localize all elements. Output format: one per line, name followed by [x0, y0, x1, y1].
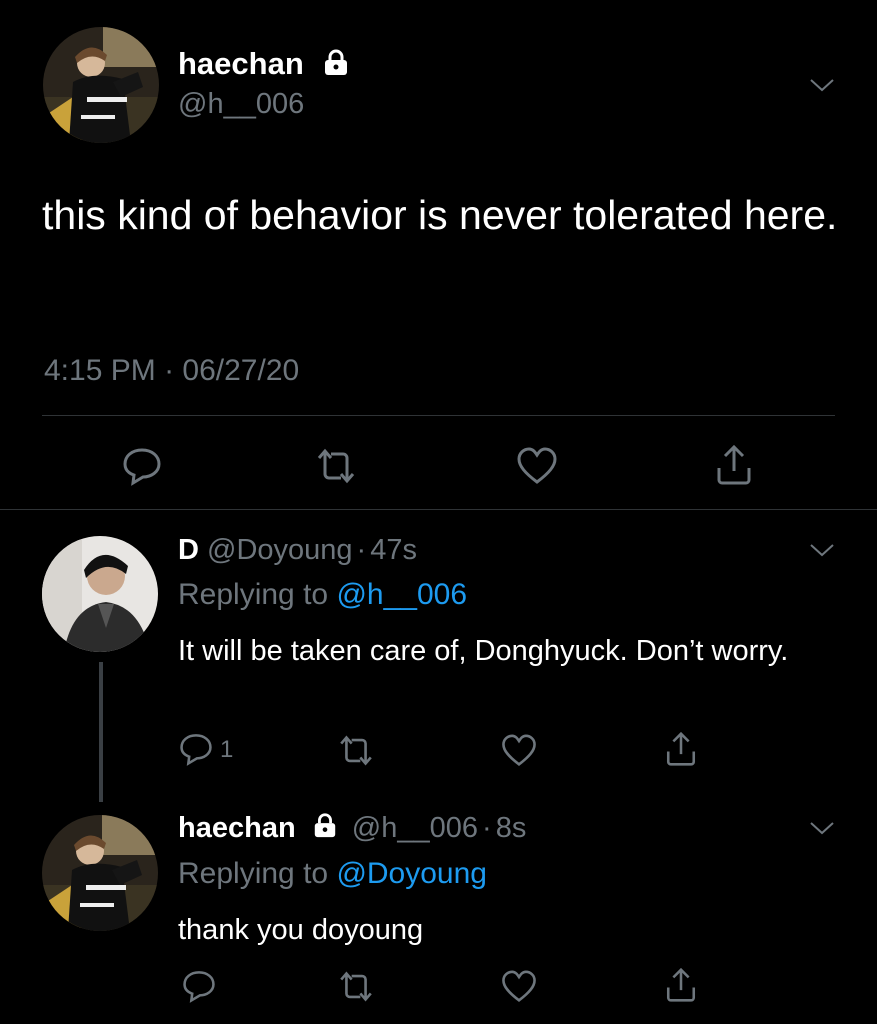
tweet-time[interactable]: 4:15 PM — [44, 354, 156, 387]
tweet-age[interactable]: 8s — [496, 812, 527, 844]
display-name[interactable]: haechan — [178, 812, 296, 844]
lock-icon — [312, 812, 338, 846]
retweet-icon[interactable] — [336, 969, 376, 1004]
avatar[interactable] — [42, 536, 158, 652]
handle[interactable]: @Doyoung — [207, 534, 353, 566]
replying-to-link[interactable]: @Doyoung — [336, 857, 487, 890]
reply-header: haechan @h__006 · 8s — [178, 812, 526, 846]
separator: · — [482, 812, 492, 844]
share-icon[interactable] — [664, 967, 698, 1003]
reply-icon[interactable] — [178, 732, 214, 766]
tweet-age[interactable]: 47s — [370, 534, 417, 566]
handle[interactable]: @h__006 — [352, 812, 478, 844]
display-name-text: haechan — [178, 46, 304, 81]
tweet-date[interactable]: 06/27/20 — [182, 354, 299, 387]
section-divider — [0, 509, 877, 510]
tweet-text: It will be taken care of, Donghyuck. Don… — [178, 635, 789, 667]
avatar[interactable] — [43, 27, 159, 143]
handle[interactable]: @h__006 — [178, 88, 304, 121]
reply-count: 1 — [220, 736, 234, 763]
reply-icon[interactable] — [181, 969, 217, 1003]
tweet-timestamp: 4:15 PM · 06/27/20 — [44, 354, 299, 388]
replying-to-label: Replying to — [178, 857, 329, 890]
thread-line — [99, 662, 103, 802]
retweet-icon[interactable] — [336, 733, 376, 768]
tweet-text: this kind of behavior is never tolerated… — [42, 192, 838, 238]
avatar[interactable] — [42, 815, 158, 931]
replying-to-label: Replying to — [178, 578, 329, 611]
retweet-icon[interactable] — [313, 446, 359, 486]
share-icon[interactable] — [664, 731, 698, 767]
divider — [42, 415, 835, 416]
tweet-text: thank you doyoung — [178, 914, 424, 946]
chevron-down-icon[interactable] — [808, 540, 836, 560]
replying-to: Replying to @Doyoung — [178, 857, 487, 891]
chevron-down-icon[interactable] — [808, 75, 836, 95]
share-icon[interactable] — [714, 444, 754, 486]
display-name[interactable]: haechan — [178, 46, 350, 84]
lock-icon — [322, 48, 350, 84]
separator: · — [164, 354, 175, 387]
like-icon[interactable] — [500, 733, 538, 768]
replying-to: Replying to @h__006 — [178, 578, 467, 612]
replying-to-link[interactable]: @h__006 — [336, 578, 467, 611]
like-icon[interactable] — [500, 969, 538, 1004]
separator: · — [356, 534, 367, 566]
reply-header: D @Doyoung · 47s — [178, 534, 417, 567]
chevron-down-icon[interactable] — [808, 818, 836, 838]
display-name[interactable]: D — [178, 534, 199, 566]
reply-icon[interactable] — [121, 446, 163, 486]
like-icon[interactable] — [515, 446, 559, 486]
